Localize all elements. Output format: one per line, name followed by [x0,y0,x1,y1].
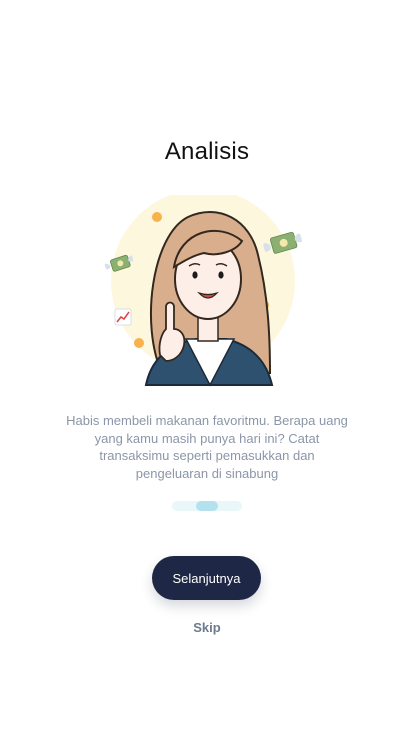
accent-dot [152,212,162,222]
skip-link[interactable]: Skip [0,620,414,635]
accent-dot [134,338,144,348]
next-button[interactable]: Selanjutnya [152,556,261,600]
onboarding-illustration [104,195,303,387]
eye [192,271,198,279]
page-indicator-dot-active [196,501,218,511]
onboarding-title: Analisis [164,138,250,165]
chart-increasing-icon [114,308,132,326]
eye [218,271,224,279]
onboarding-description: Habis membeli makanan favoritmu. Berapa … [66,413,348,481]
page-indicator [172,500,242,512]
